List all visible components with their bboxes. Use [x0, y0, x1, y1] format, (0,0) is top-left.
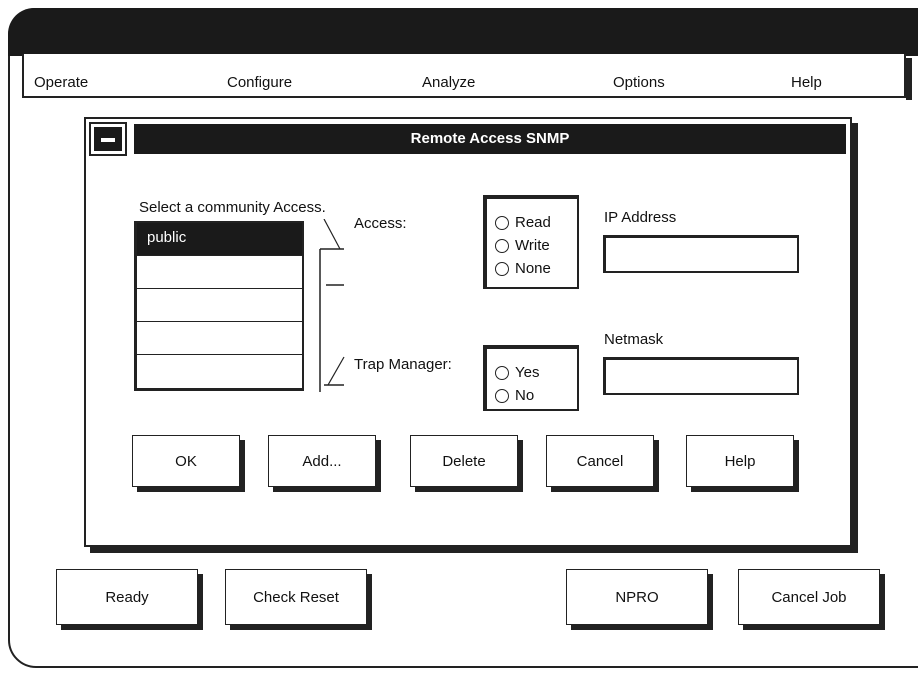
radio-circle-icon [495, 261, 509, 276]
ip-address-field[interactable] [603, 235, 799, 273]
trap-no-radio[interactable]: No [487, 384, 577, 407]
window-titlebar [8, 8, 918, 56]
access-none-radio[interactable]: None [487, 257, 577, 280]
cancel-job-button[interactable]: Cancel Job [738, 569, 880, 625]
cancel-button[interactable]: Cancel [546, 435, 654, 487]
list-scroll-indicator[interactable] [308, 219, 348, 395]
minus-icon [101, 138, 115, 142]
list-item[interactable] [137, 289, 302, 322]
access-radio-group: Read Write None [483, 195, 579, 289]
menu-options[interactable]: Options [613, 74, 665, 91]
radio-label: Yes [515, 364, 540, 381]
radio-label: None [515, 260, 551, 277]
menu-help[interactable]: Help [791, 74, 822, 91]
list-item[interactable]: public [137, 223, 302, 256]
dialog-system-menu-button[interactable] [89, 122, 127, 156]
radio-label: No [515, 387, 535, 404]
access-label: Access: [354, 215, 407, 232]
radio-circle-icon [495, 388, 509, 403]
list-item[interactable] [137, 322, 302, 355]
npro-button[interactable]: NPRO [566, 569, 708, 625]
menu-operate[interactable]: Operate [34, 74, 88, 91]
menu-analyze[interactable]: Analyze [422, 74, 475, 91]
radio-label: Read [515, 214, 551, 231]
radio-circle-icon [495, 238, 509, 253]
ok-button[interactable]: OK [132, 435, 240, 487]
ready-button[interactable]: Ready [56, 569, 198, 625]
trap-manager-label: Trap Manager: [354, 356, 452, 373]
list-item[interactable] [137, 256, 302, 289]
trap-radio-group: Yes No [483, 345, 579, 411]
netmask-field[interactable] [603, 357, 799, 395]
menu-bar: Operate Configure Analyze Options Help [22, 54, 912, 100]
radio-circle-icon [495, 365, 509, 380]
list-item[interactable] [137, 355, 302, 388]
dialog-title: Remote Access SNMP [134, 124, 846, 154]
access-read-radio[interactable]: Read [487, 211, 577, 234]
remote-access-dialog: Remote Access SNMP Select a community Ac… [84, 117, 852, 547]
trap-yes-radio[interactable]: Yes [487, 361, 577, 384]
radio-circle-icon [495, 215, 509, 230]
community-listbox[interactable]: public [134, 221, 304, 391]
ip-address-input[interactable] [606, 238, 797, 271]
radio-label: Write [515, 237, 550, 254]
netmask-label: Netmask [604, 331, 664, 348]
community-label: Select a community Access. [139, 199, 326, 216]
menu-configure[interactable]: Configure [227, 74, 292, 91]
delete-button[interactable]: Delete [410, 435, 518, 487]
add-button[interactable]: Add... [268, 435, 376, 487]
help-button[interactable]: Help [686, 435, 794, 487]
ip-address-label: IP Address [604, 209, 677, 226]
access-write-radio[interactable]: Write [487, 234, 577, 257]
netmask-input[interactable] [606, 360, 797, 393]
check-reset-button[interactable]: Check Reset [225, 569, 367, 625]
